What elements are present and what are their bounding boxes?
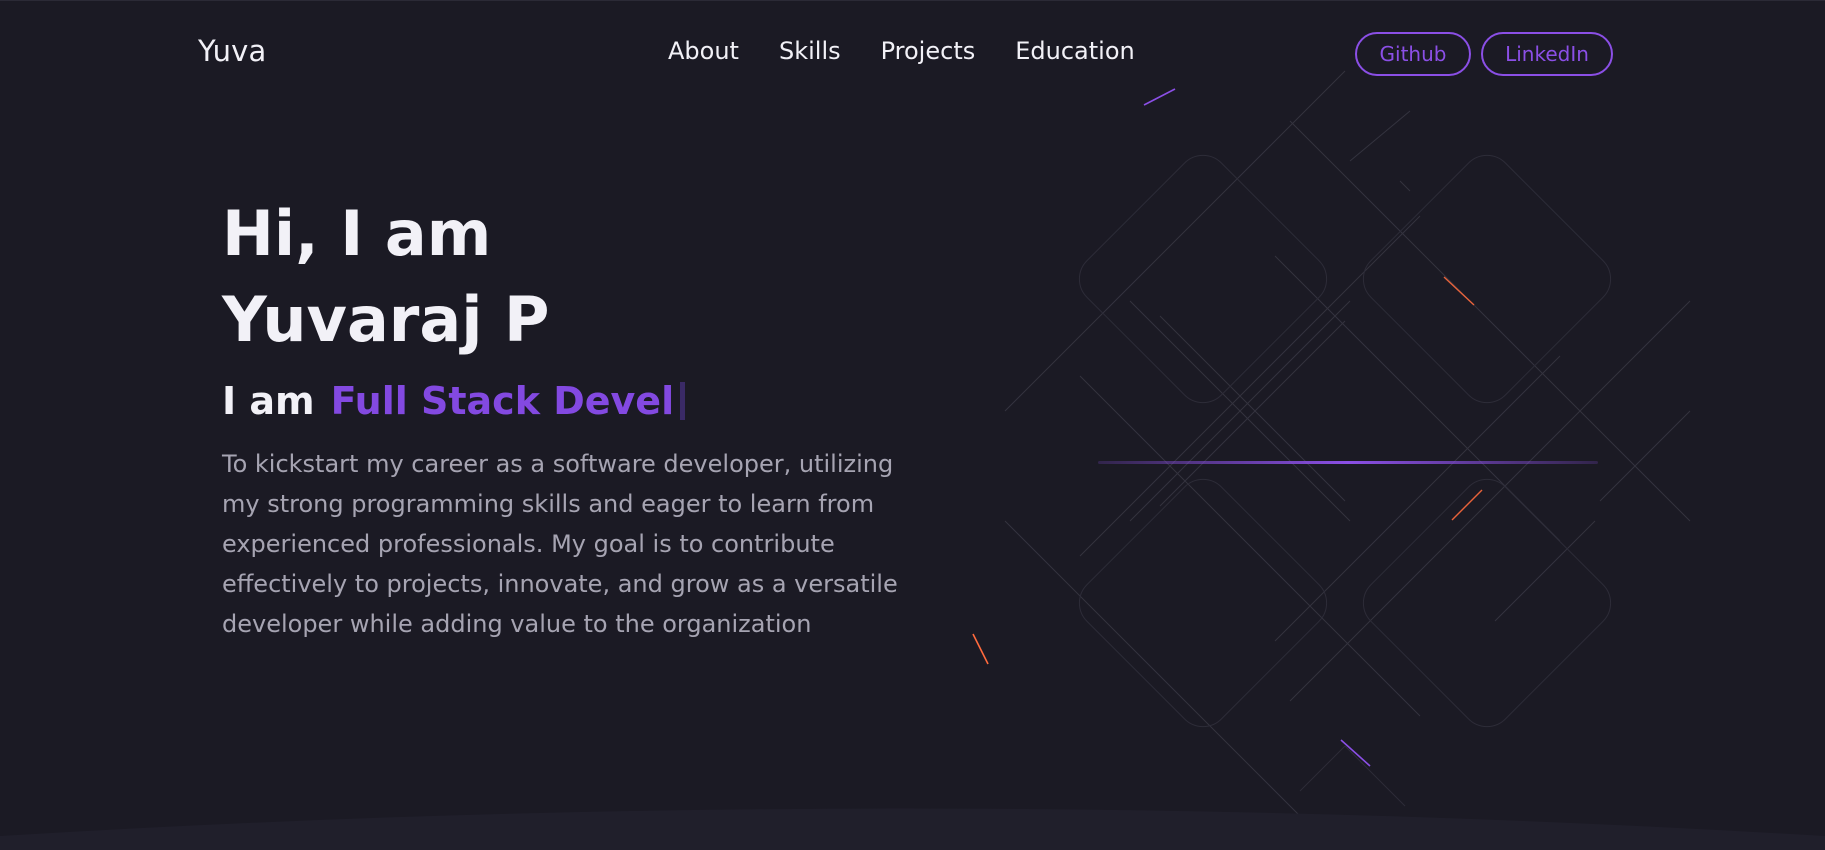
nav-projects[interactable]: Projects: [881, 37, 976, 65]
github-button[interactable]: Github: [1355, 32, 1471, 76]
bottom-wave-decoration: [0, 808, 1825, 850]
nav-skills[interactable]: Skills: [779, 37, 841, 65]
career-objective: To kickstart my career as a software dev…: [222, 450, 898, 638]
site-logo[interactable]: Yuva: [198, 34, 267, 68]
portfolio-page: Yuva About Skills Projects Education Git…: [0, 0, 1825, 850]
site-header: Yuva About Skills Projects Education Git…: [0, 1, 1825, 109]
linkedin-button[interactable]: LinkedIn: [1481, 32, 1613, 76]
typing-cursor: [680, 382, 686, 420]
hero-name: Yuvaraj P: [222, 283, 550, 356]
role-prefix: I am: [222, 379, 315, 423]
role-line: I am Full Stack Devel: [222, 379, 686, 423]
main-nav: About Skills Projects Education: [668, 37, 1135, 65]
typed-role-text: Full Stack Devel: [330, 379, 675, 423]
nav-education[interactable]: Education: [1015, 37, 1134, 65]
hero-greeting: Hi, I am: [222, 197, 492, 270]
nav-about[interactable]: About: [668, 37, 739, 65]
